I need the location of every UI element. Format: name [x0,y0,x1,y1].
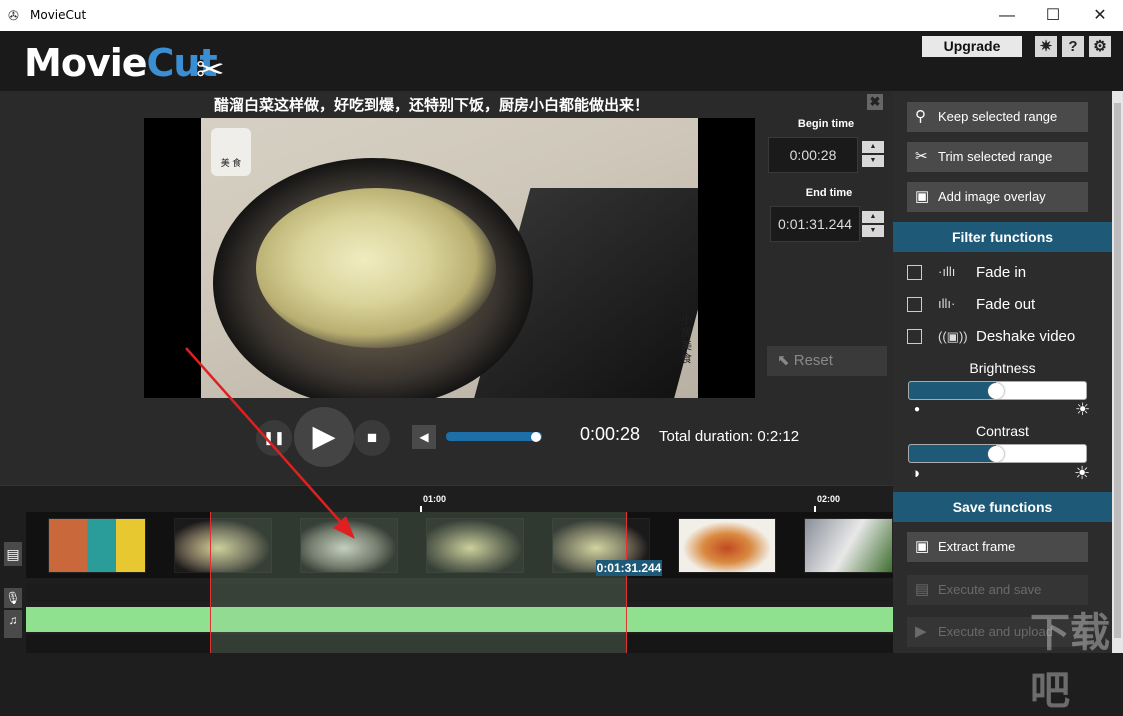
image-icon: ▣ [915,188,930,205]
contrast-low-icon: ◑ [911,465,921,482]
brightness-low-icon: ● [914,404,921,415]
add-image-overlay-button[interactable]: ▣ Add image overlay [907,182,1088,212]
selection-end-time: 0:01:31.244 [596,560,662,576]
app-logo: MovieCut [24,41,218,85]
contrast-high-icon: ☀ [1074,463,1091,483]
video-thumbnail [678,518,776,573]
fade-out-label: Fade out [976,296,1036,313]
brightness-fill [909,382,996,399]
chef-logo: 美 食 [211,128,251,176]
end-time-down-button[interactable]: ▼ [862,225,884,237]
film-strip-icon[interactable]: ▤ [4,542,22,566]
video-frame: 美 食 小房美食 [201,118,698,398]
microphone-icon[interactable]: 🎙 [4,588,22,608]
fade-in-checkbox[interactable] [907,265,922,280]
scissors-logo-icon: ✂ [196,51,225,89]
play-button[interactable]: ▶ [294,407,354,467]
music-note-icon[interactable]: ♫ [4,610,22,638]
contrast-fill [909,445,996,462]
begin-time-input[interactable]: 0:00:28 [768,137,858,173]
video-thumbnail [48,518,146,573]
contrast-knob[interactable] [987,446,1004,462]
brightness-knob[interactable] [987,383,1004,399]
youtube-icon: ▶ [915,623,927,640]
reset-label: Reset [793,352,833,369]
scissors-icon: ✂ [915,148,928,165]
extract-frame-button[interactable]: ▣ Extract frame [907,532,1088,562]
tick-label: 02:00 [817,494,841,504]
video-watermark: 小房美食 [681,314,692,365]
keep-range-button[interactable]: ⚲ Keep selected range [907,102,1088,132]
selection-start-handle[interactable] [210,512,211,653]
video-player[interactable]: 美 食 小房美食 [144,118,755,398]
brightness-high-icon: ☀ [1075,400,1091,419]
scrollbar-thumb[interactable] [1114,103,1121,638]
site-watermark: 下载吧 [1030,610,1110,714]
brightness-slider[interactable] [908,381,1087,400]
video-title: 醋溜白菜这样做，好吃到爆，还特别下饭，厨房小白都能做出来！ [214,96,650,114]
image-icon: ▣ [915,538,930,555]
title-bar: ✇ MovieCut — ☐ ✕ [0,0,1123,31]
trim-range-button[interactable]: ✂ Trim selected range [907,142,1088,172]
floppy-icon: ▤ [915,581,930,598]
end-time-label: End time [805,187,853,199]
filter-functions-heading: Filter functions [893,222,1112,252]
window-title: MovieCut [30,8,87,22]
contrast-label: Contrast [976,423,1029,439]
minimize-button[interactable]: — [984,0,1030,31]
lightbulb-icon[interactable]: ✷ [1035,36,1057,57]
begin-time-down-button[interactable]: ▼ [862,155,884,167]
volume-slider[interactable] [446,432,542,441]
begin-time-up-button[interactable]: ▲ [862,141,884,153]
maximize-button[interactable]: ☐ [1030,0,1076,31]
film-reel-icon: ✇ [8,8,19,23]
selection-end-handle[interactable] [626,512,627,653]
end-time-up-button[interactable]: ▲ [862,211,884,223]
gear-icon[interactable]: ⚙ [1089,36,1111,57]
begin-time-label: Begin time [797,118,855,130]
close-video-icon[interactable]: ✖ [867,94,883,110]
stop-button[interactable]: ■ [354,420,390,456]
save-functions-heading: Save functions [893,492,1112,522]
current-time: 0:00:28 [580,424,641,444]
fade-out-checkbox[interactable] [907,297,922,312]
volume-icon[interactable]: ◀ [412,425,436,449]
brightness-label: Brightness [969,360,1036,376]
tick-label: 01:00 [423,494,447,504]
end-time-input[interactable]: 0:01:31.244 [770,206,860,242]
upgrade-button[interactable]: Upgrade [922,36,1022,57]
total-duration: Total duration: 0:2:12 [659,428,800,445]
cabbage-image [256,188,496,348]
pause-button[interactable]: ❚❚ [256,420,292,456]
help-icon[interactable]: ? [1062,36,1084,57]
fade-in-icon: ·ıllı [938,264,956,279]
location-pin-icon: ⚲ [915,108,926,125]
deshake-checkbox[interactable] [907,329,922,344]
fade-in-label: Fade in [976,264,1027,281]
contrast-slider[interactable] [908,444,1087,463]
fade-out-icon: ıllı· [938,296,956,311]
video-thumbnail [804,518,893,573]
close-button[interactable]: ✕ [1077,0,1123,31]
selected-range[interactable] [210,512,626,653]
reset-arrow-icon: ⬉ [777,352,790,369]
reset-button[interactable]: ⬉ Reset [767,346,887,376]
deshake-label: Deshake video [976,328,1076,345]
deshake-icon: ((▣)) [938,329,968,344]
